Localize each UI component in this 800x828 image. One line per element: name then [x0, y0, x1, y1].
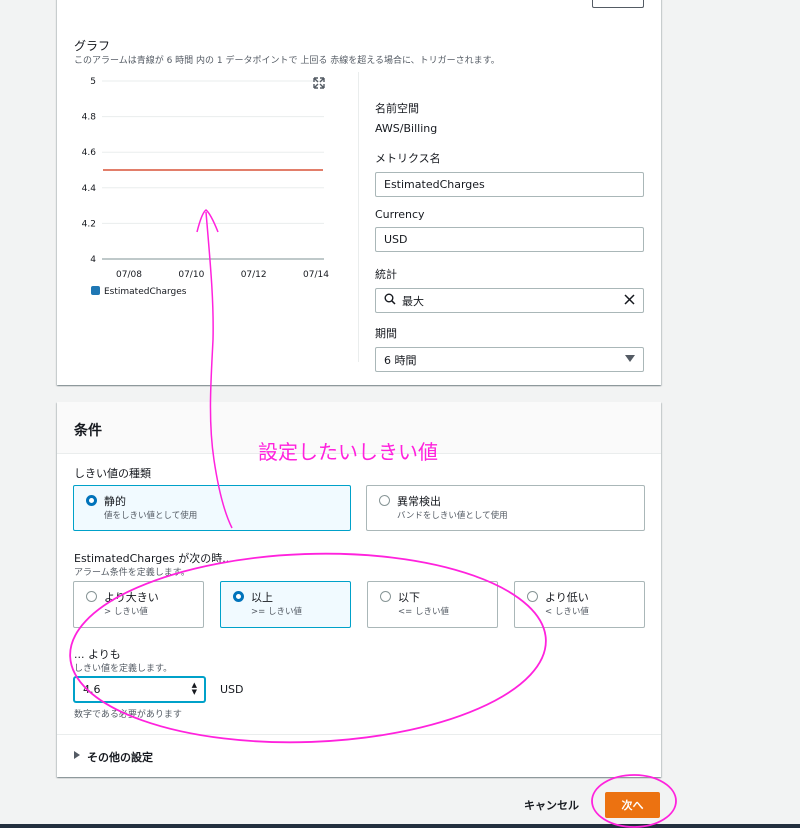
op-greater-equal[interactable]: 以上 >= しきい値	[220, 581, 351, 628]
op-sub: < しきい値	[545, 607, 589, 617]
when-sub: アラーム条件を定義します。	[74, 568, 190, 578]
x-tick-label: 07/08	[116, 270, 142, 280]
cancel-button[interactable]: キャンセル	[524, 797, 579, 813]
y-tick-label: 4.2	[82, 219, 96, 229]
next-button[interactable]: 次へ	[605, 792, 660, 818]
statistic-group: 統計 最大	[375, 266, 644, 313]
other-settings-toggle[interactable]: その他の設定	[57, 734, 661, 777]
annotation-text: 設定したいしきい値	[258, 440, 438, 464]
op-label: より低い	[545, 591, 589, 604]
op-greater[interactable]: より大きい > しきい値	[73, 581, 204, 628]
legend-swatch	[91, 286, 100, 295]
threshold-type-label: しきい値の種類	[74, 467, 151, 480]
anomaly-label: 異常検出	[397, 495, 441, 508]
when-label: EstimatedCharges が次の時...	[74, 552, 233, 565]
threshold-input[interactable]: 4.6 ▲ ▼	[74, 677, 205, 702]
op-sub: > しきい値	[104, 607, 148, 617]
op-less-equal[interactable]: 以下 <= しきい値	[367, 581, 498, 628]
threshold-unit: USD	[220, 683, 244, 696]
namespace-label: 名前空間	[375, 102, 419, 115]
currency-input[interactable]: USD	[375, 227, 644, 252]
op-greater-radio[interactable]	[86, 591, 97, 602]
op-greater-equal-radio[interactable]	[233, 591, 244, 602]
op-less-equal-radio[interactable]	[380, 591, 391, 602]
legend-label: EstimatedCharges	[104, 287, 187, 297]
search-icon	[384, 293, 396, 308]
period-label: 期間	[375, 327, 397, 340]
metric-name-input[interactable]: EstimatedCharges	[375, 172, 644, 197]
period-group: 期間 6 時間	[375, 325, 644, 372]
anomaly-option[interactable]: 異常検出 バンドをしきい値として使用	[366, 485, 645, 531]
y-tick-label: 5	[90, 77, 96, 87]
anomaly-sub: バンドをしきい値として使用	[397, 511, 508, 521]
clear-icon[interactable]	[624, 293, 635, 309]
metric-name-value: EstimatedCharges	[384, 178, 485, 191]
than-sub: しきい値を定義します。	[74, 664, 173, 674]
divider	[358, 72, 359, 362]
x-tick-label: 07/10	[178, 270, 204, 280]
other-settings-label: その他の設定	[87, 751, 153, 764]
namespace-group: 名前空間 AWS/Billing	[375, 100, 437, 135]
static-label: 静的	[104, 495, 126, 508]
graph-title: グラフ	[74, 39, 111, 53]
threshold-value: 4.6	[83, 683, 101, 696]
metric-name-group: メトリクス名 EstimatedCharges	[375, 150, 644, 197]
statistic-label: 統計	[375, 268, 397, 281]
y-tick-label: 4.4	[82, 184, 97, 194]
op-sub: <= しきい値	[398, 607, 449, 617]
currency-label: Currency	[375, 208, 425, 221]
bottom-bar	[0, 824, 800, 828]
threshold-hint: 数字である必要があります	[74, 710, 182, 720]
y-tick-label: 4.8	[82, 113, 97, 123]
period-value: 6 時間	[384, 353, 417, 367]
op-less-radio[interactable]	[527, 591, 538, 602]
caret-right-icon	[74, 751, 80, 759]
metric-chart: 5 4.8 4.6 4.4 4.2 4 07/08 07/10 07/12 07/14 Esti…	[82, 77, 330, 297]
currency-value: USD	[384, 233, 408, 246]
x-tick-label: 07/14	[303, 270, 329, 280]
x-tick-label: 07/12	[241, 270, 267, 280]
anomaly-radio[interactable]	[379, 495, 390, 506]
static-radio[interactable]	[86, 495, 97, 506]
op-label: より大きい	[104, 591, 159, 604]
than-label: ... よりも	[74, 648, 121, 661]
expand-icon[interactable]	[313, 77, 325, 89]
static-option[interactable]: 静的 値をしきい値として使用	[73, 485, 351, 531]
period-select[interactable]: 6 時間	[375, 347, 644, 372]
metric-panel: グラフ このアラームは青線が 6 時間 内の 1 データポイントで 上回る 赤線…	[57, 0, 661, 385]
stepper-icon[interactable]: ▲ ▼	[192, 682, 197, 696]
conditions-title: 条件	[74, 423, 102, 439]
chevron-down-icon	[625, 355, 635, 362]
namespace-value: AWS/Billing	[375, 122, 438, 135]
y-tick-label: 4.6	[82, 148, 97, 158]
metric-name-label: メトリクス名	[375, 152, 441, 165]
currency-group: Currency USD	[375, 208, 644, 252]
graph-description: このアラームは青線が 6 時間 内の 1 データポイントで 上回る 赤線を超える…	[74, 56, 500, 66]
edit-button[interactable]	[592, 0, 644, 8]
statistic-value: 最大	[402, 294, 424, 308]
statistic-input[interactable]: 最大	[375, 288, 644, 313]
op-label: 以下	[398, 591, 420, 604]
op-label: 以上	[251, 591, 273, 604]
static-sub: 値をしきい値として使用	[104, 511, 198, 521]
y-tick-label: 4	[90, 255, 96, 265]
op-sub: >= しきい値	[251, 607, 302, 617]
op-less[interactable]: より低い < しきい値	[514, 581, 645, 628]
